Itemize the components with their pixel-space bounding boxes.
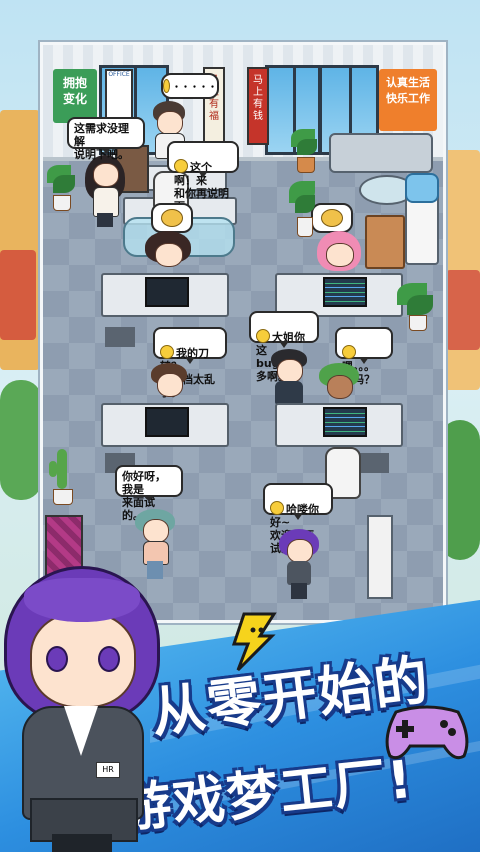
top-worker-speech-bubble: 这个啊！来 和你再说明下。 bbox=[167, 141, 239, 213]
thumbs-up-icon bbox=[161, 209, 183, 227]
desk-row1-left-cabinet bbox=[105, 327, 135, 347]
plant-wall bbox=[289, 129, 319, 175]
smile-face-icon bbox=[270, 501, 284, 515]
cactus-plant bbox=[47, 449, 77, 505]
thinking-face-icon bbox=[160, 345, 174, 359]
background-bushes-right bbox=[440, 420, 480, 560]
wall-sign-happy-work: 认真生活 快乐工作 bbox=[379, 69, 437, 131]
office-sofa[interactable] bbox=[329, 133, 433, 173]
greeter-character[interactable] bbox=[279, 529, 319, 601]
knife-worker-character[interactable] bbox=[149, 363, 189, 403]
hr-girl-character[interactable]: HR bbox=[0, 566, 170, 852]
smile-face-icon bbox=[256, 329, 270, 343]
boss-thinking-bubble: ・・・・・ bbox=[161, 73, 219, 99]
money-banner: 马上有钱 bbox=[247, 67, 269, 145]
desk-row2-right-monitor[interactable] bbox=[323, 407, 367, 437]
hm-worker-speech-bubble: 嗯。。。 多吗？ bbox=[335, 327, 393, 386]
desk-row2-left-monitor[interactable] bbox=[145, 407, 189, 437]
manager-character[interactable] bbox=[85, 155, 125, 229]
hr-girl-eye-right bbox=[98, 646, 120, 672]
pink-girl-character[interactable] bbox=[317, 231, 361, 275]
hand-icon bbox=[321, 209, 343, 227]
desk-row1-right-monitor[interactable] bbox=[323, 277, 367, 307]
background-bushes-left bbox=[0, 380, 42, 500]
gamepad-icon bbox=[385, 705, 469, 760]
background-roof-right bbox=[446, 270, 480, 350]
bug-worker-speech-bubble: 大姐你这 bug有点多啊。 bbox=[249, 311, 319, 383]
plant-center bbox=[289, 181, 317, 237]
smile-face-icon bbox=[174, 159, 188, 173]
greeter-speech-bubble: 哈喽你好~ 欢迎来面试。 bbox=[263, 483, 333, 555]
desk-row2-right-cabinet bbox=[359, 453, 389, 473]
bug-worker-character[interactable] bbox=[269, 349, 309, 409]
hr-girl-eye-left bbox=[46, 646, 68, 672]
hr-girl-legs bbox=[52, 834, 112, 852]
file-cabinet[interactable] bbox=[365, 215, 405, 269]
manager-speech-bubble: 这需求没理解 说明下吧。 bbox=[67, 117, 145, 161]
pink-girl-bubble bbox=[311, 203, 353, 233]
plant-right bbox=[397, 283, 437, 331]
candidate-speech-bubble: 你好呀，我是 来面试的。 bbox=[115, 465, 183, 522]
hr-girl-bangs bbox=[24, 578, 140, 622]
thinking-face-icon bbox=[163, 79, 170, 93]
boss-dots-text: ・・・・・ bbox=[171, 82, 217, 93]
bun-girl-character[interactable] bbox=[145, 231, 191, 275]
thinking-face-icon bbox=[342, 345, 356, 359]
supply-shelf[interactable] bbox=[367, 515, 393, 599]
desk-row1-left-monitor[interactable] bbox=[145, 277, 189, 307]
knife-worker-speech-bubble: 我的刀转？ 这文档太乱了。 bbox=[153, 327, 227, 399]
background-roof-left bbox=[0, 250, 36, 340]
bun-girl-bubble bbox=[151, 203, 193, 233]
office-room: 拥抱 变化 认真生活 快乐工作 OFFICE 马上有福 马上有钱 ・・・・・ 这… bbox=[40, 42, 446, 623]
hm-worker-character[interactable] bbox=[319, 363, 359, 403]
hr-girl-badge: HR bbox=[96, 762, 120, 778]
water-jug bbox=[405, 173, 439, 203]
wall-sign-embrace-change: 拥抱 变化 bbox=[53, 69, 97, 123]
plant-top-left bbox=[45, 165, 75, 211]
